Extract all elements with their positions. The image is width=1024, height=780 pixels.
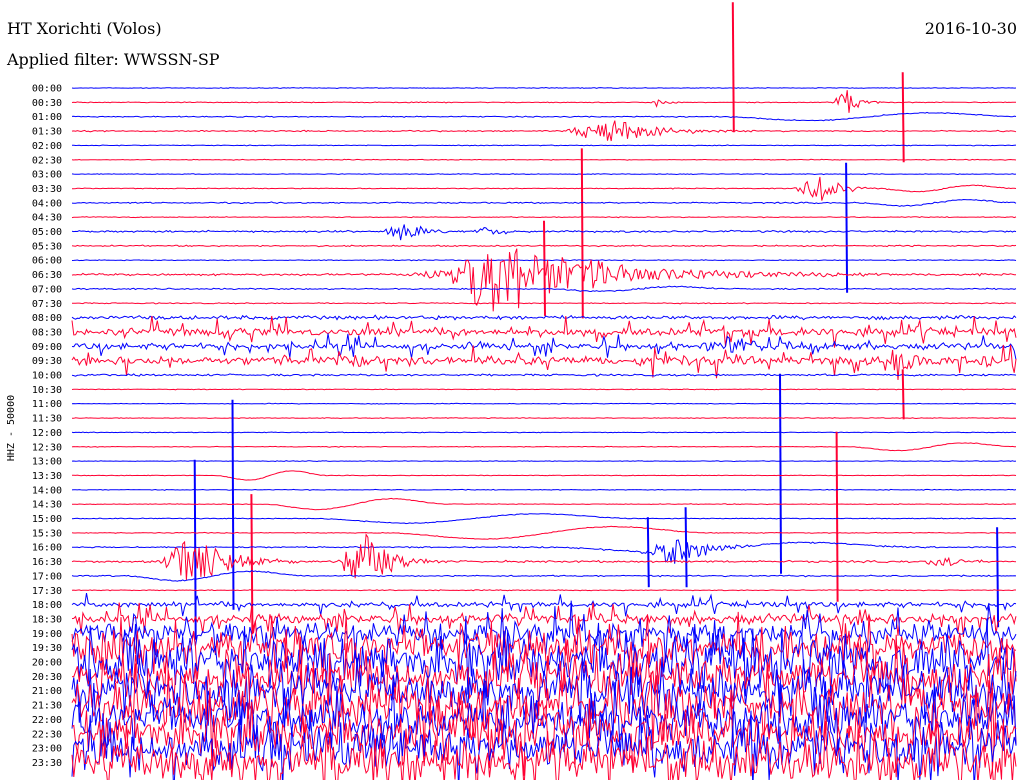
time-label: 07:00: [32, 284, 62, 295]
time-label: 19:00: [32, 629, 62, 640]
time-label: 23:00: [32, 744, 62, 755]
time-label: 21:00: [32, 686, 62, 697]
trace-row-red: [71, 315, 1017, 348]
trace-row-blue: [71, 402, 1017, 405]
time-label: 07:30: [32, 299, 62, 310]
trace-row-red: [71, 176, 1017, 201]
trace-row-red: [71, 497, 1017, 511]
trace-spike: [580, 148, 584, 319]
trace-spike: [845, 162, 849, 293]
time-label: 04:30: [32, 213, 62, 224]
trace-row-red: [71, 417, 1017, 420]
trace-row-blue: [71, 111, 1017, 122]
trace-row-blue: [71, 173, 1017, 176]
trace-row-red: [71, 216, 1017, 219]
time-label: 12:00: [32, 428, 62, 439]
trace-row-blue: [72, 144, 1017, 147]
time-label: 15:00: [32, 514, 62, 525]
time-label: 23:30: [32, 758, 62, 769]
time-label: 11:00: [32, 399, 62, 410]
trace-spike: [543, 220, 546, 316]
time-label: 14:00: [32, 485, 62, 496]
time-label: 15:30: [32, 528, 62, 539]
channel-label: HHZ - 50000: [6, 395, 17, 461]
time-label: 05:00: [32, 227, 62, 238]
time-label: 10:30: [32, 385, 62, 396]
trace-row-blue: [71, 431, 1017, 434]
trace-spike: [901, 369, 905, 420]
time-label: 14:30: [32, 500, 62, 511]
trace-row-blue: [71, 593, 1017, 617]
time-label: 19:30: [32, 643, 62, 654]
time-label: 08:30: [32, 327, 62, 338]
time-label: 22:00: [32, 715, 62, 726]
time-label: 00:00: [32, 84, 62, 95]
time-label: 21:30: [32, 701, 62, 712]
trace-row-red: [71, 589, 1016, 592]
time-label: 08:00: [32, 313, 62, 324]
time-label: 01:00: [32, 112, 62, 123]
trace-row-blue: [71, 373, 1017, 377]
time-label: 17:00: [32, 571, 62, 582]
trace-spike: [901, 72, 905, 163]
trace-row-blue: [71, 460, 1017, 463]
time-labels: 00:00 00:30 01:00 01:30 02:00 02:30 03:00 03:30…: [32, 84, 62, 769]
trace-row-red: [71, 158, 1017, 161]
time-label: 09:30: [32, 356, 62, 367]
helicorder-plot: HHZ - 50000 00:00 00:30 01:00 01:30 02:00 02:…: [6, 2, 1017, 780]
time-label: 06:00: [32, 256, 62, 267]
trace-row-blue: [71, 333, 1017, 360]
time-label: 10:00: [32, 371, 62, 382]
time-label: 20:30: [32, 672, 62, 683]
trace-row-red: [71, 442, 1016, 452]
time-label: 04:00: [32, 198, 62, 209]
trace-row-blue: [71, 570, 1017, 582]
time-label: 13:00: [32, 457, 62, 468]
time-label: 18:00: [32, 600, 62, 611]
trace-spike: [684, 507, 688, 588]
trace-spike: [731, 2, 735, 133]
time-label: 09:00: [32, 342, 62, 353]
time-label: 00:30: [32, 98, 62, 109]
time-label: 12:30: [32, 442, 62, 453]
trace-row-blue: [71, 198, 1017, 207]
trace-row-red: [71, 532, 1017, 581]
time-label: 16:30: [32, 557, 62, 568]
time-label: 11:30: [32, 414, 62, 425]
trace-row-red: [71, 388, 1017, 391]
time-label: 16:00: [32, 543, 62, 554]
trace-spike: [996, 527, 1000, 628]
time-label: 03:00: [32, 170, 62, 181]
time-label: 20:00: [32, 658, 62, 669]
time-label: 22:30: [32, 729, 62, 740]
trace-row-blue: [71, 600, 1017, 663]
time-label: 02:30: [32, 155, 62, 166]
time-label: 06:30: [32, 270, 62, 281]
trace-row-red: [71, 525, 1017, 540]
trace-row-red: [72, 470, 1017, 481]
time-label: 17:30: [32, 586, 62, 597]
time-label: 13:30: [32, 471, 62, 482]
time-label: 01:30: [32, 127, 62, 138]
trace-row-blue: [71, 513, 1017, 525]
trace-row-blue: [71, 488, 1017, 491]
time-label: 18:30: [32, 614, 62, 625]
time-label: 02:00: [32, 141, 62, 152]
trace-row-red: [71, 90, 1016, 113]
time-label: 05:30: [32, 241, 62, 252]
trace-rows: [71, 2, 1017, 780]
trace-row-blue: [71, 86, 1017, 90]
trace-row-blue: [71, 259, 1017, 262]
time-label: 03:30: [32, 184, 62, 195]
trace-row-red: [71, 120, 1017, 142]
